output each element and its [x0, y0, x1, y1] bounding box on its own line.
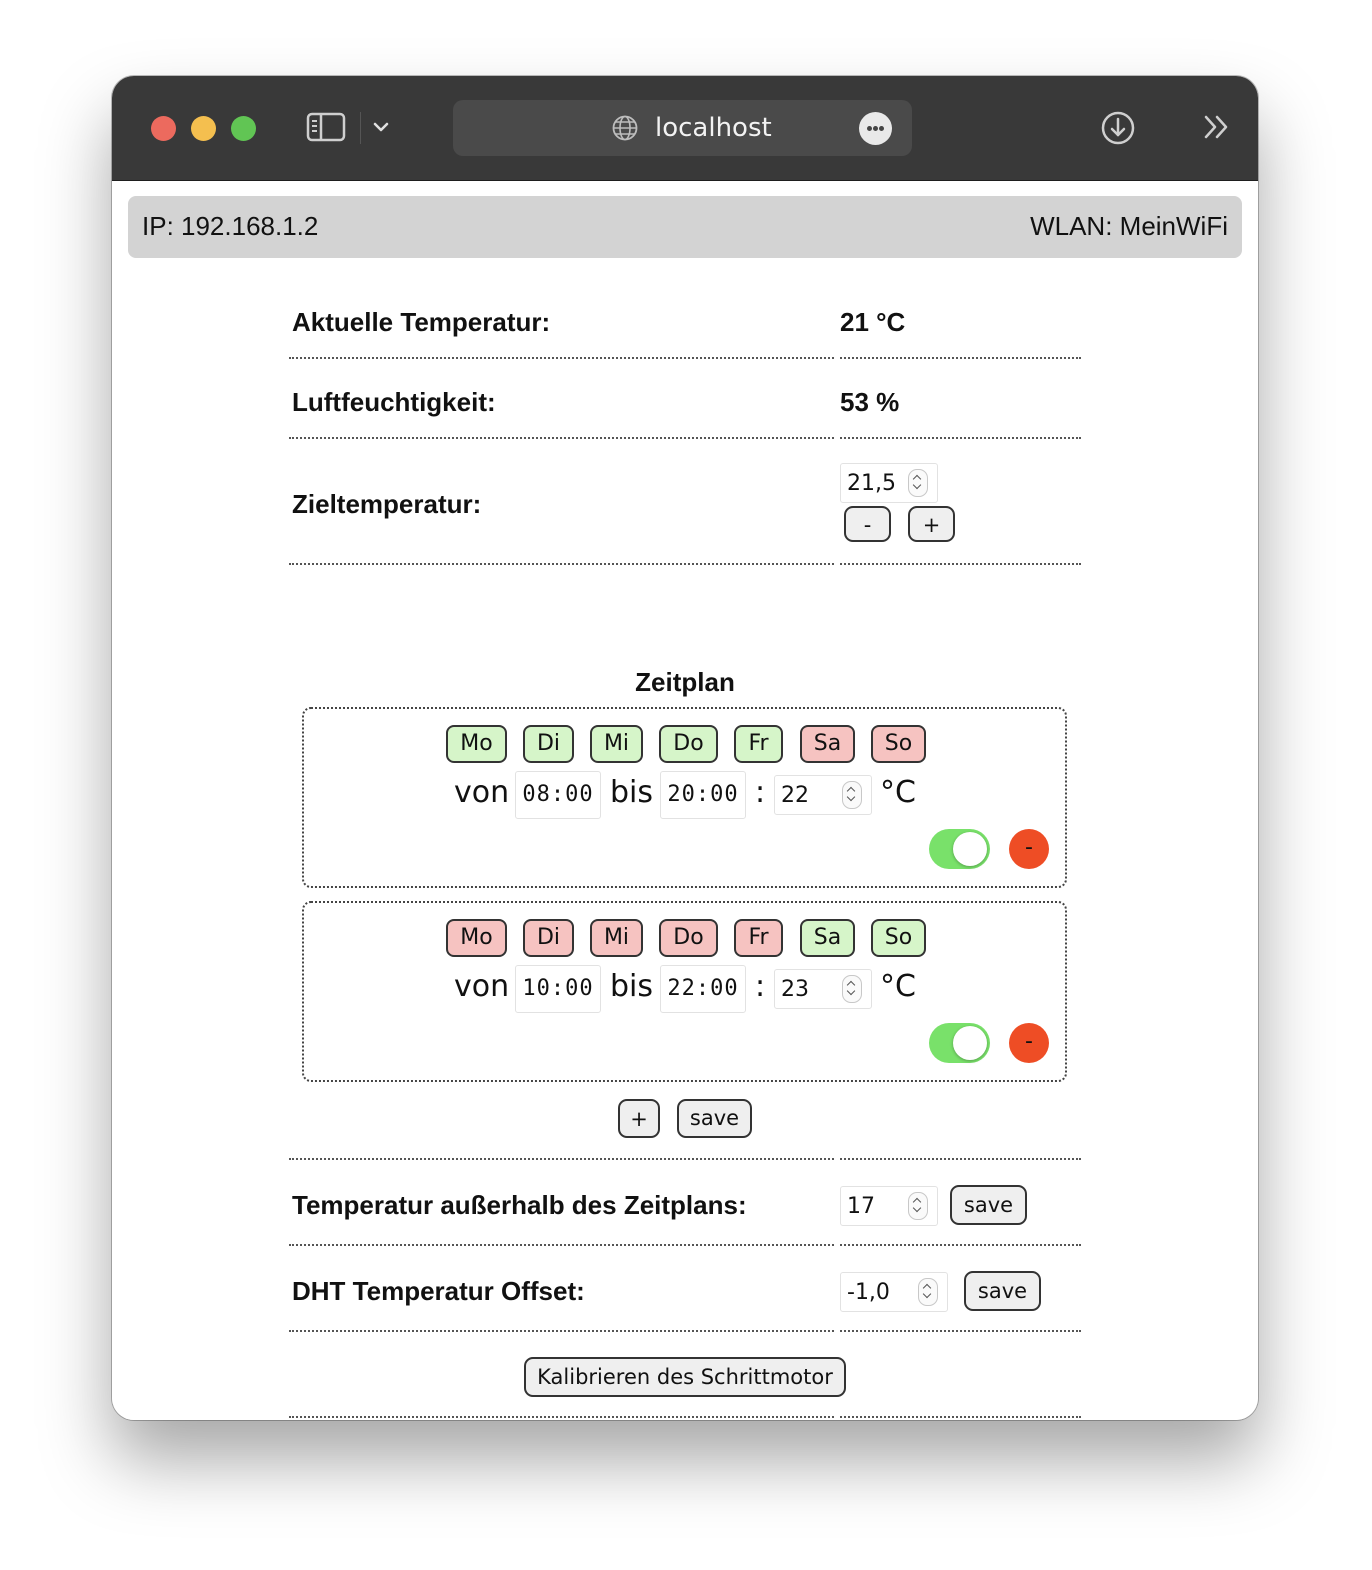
humidity-value: 53 % [840, 387, 900, 417]
toolbar-separator [360, 112, 361, 144]
colon-separator: : [755, 775, 766, 810]
more-options-icon[interactable] [859, 112, 892, 145]
day-toggle-sa[interactable]: Sa [800, 725, 855, 763]
colon-separator: : [755, 969, 766, 1004]
status-bar: IP: 192.168.1.2 WLAN: MeinWiFi [128, 196, 1242, 258]
chevron-down-icon[interactable] [372, 118, 390, 136]
day-toggle-so[interactable]: So [871, 919, 926, 957]
target-temp-value: 21,5 [847, 471, 896, 496]
outside-temp-stepper[interactable] [908, 1192, 928, 1220]
divider [289, 563, 1081, 565]
offset-label: DHT Temperatur Offset: [292, 1276, 585, 1306]
schedule-temp-stepper[interactable] [842, 975, 862, 1003]
start-time-input[interactable]: 10:00 [515, 965, 601, 1013]
schedule-entry: Mo Di Mi Do Fr Sa So von 10:00 bis 22:00… [302, 901, 1067, 1082]
toolbar-overflow-icon[interactable] [1202, 112, 1232, 142]
target-temp-label: Zieltemperatur: [292, 489, 482, 519]
page-content: IP: 192.168.1.2 WLAN: MeinWiFi Aktuelle … [112, 181, 1258, 1420]
outside-temp-input[interactable]: 17 [840, 1186, 938, 1226]
schedule-temp-input[interactable]: 23 [774, 969, 872, 1009]
day-toggle-fr[interactable]: Fr [734, 919, 783, 957]
divider [289, 437, 1081, 439]
target-temp-stepper[interactable] [908, 469, 928, 497]
sidebar-toggle-icon[interactable] [306, 111, 346, 143]
toggle-knob [953, 1026, 987, 1060]
schedule-enabled-toggle[interactable] [929, 829, 990, 869]
schedule-enabled-toggle[interactable] [929, 1023, 990, 1063]
divider [289, 1330, 1081, 1332]
humidity-label: Luftfeuchtigkeit: [292, 387, 496, 417]
title-bar: localhost [112, 76, 1258, 181]
target-temp-decrease-button[interactable]: - [844, 506, 891, 542]
unit-label: °C [880, 969, 916, 1004]
offset-value: -1,0 [847, 1280, 890, 1305]
wlan-name: WLAN: MeinWiFi [1030, 211, 1228, 241]
save-offset-button[interactable]: save [964, 1271, 1041, 1311]
add-schedule-button[interactable]: + [618, 1099, 660, 1138]
day-toggle-sa[interactable]: Sa [800, 919, 855, 957]
day-toggle-mi[interactable]: Mi [590, 919, 643, 957]
schedule-title: Zeitplan [635, 667, 735, 697]
outside-temp-value: 17 [847, 1194, 875, 1219]
remove-schedule-button[interactable]: - [1009, 829, 1049, 869]
day-toggle-mo[interactable]: Mo [446, 919, 507, 957]
day-toggle-mi[interactable]: Mi [590, 725, 643, 763]
current-temp-label: Aktuelle Temperatur: [292, 307, 551, 337]
address-bar[interactable]: localhost [453, 100, 912, 156]
day-toggle-do[interactable]: Do [659, 919, 718, 957]
schedule-temp-value: 22 [781, 783, 809, 808]
day-toggle-di[interactable]: Di [523, 725, 574, 763]
toggle-knob [953, 832, 987, 866]
to-label: bis [610, 775, 654, 810]
offset-stepper[interactable] [918, 1278, 938, 1306]
save-schedule-button[interactable]: save [677, 1099, 752, 1138]
end-time-input[interactable]: 20:00 [660, 771, 746, 819]
divider [289, 1244, 1081, 1246]
start-time-input[interactable]: 08:00 [515, 771, 601, 819]
day-toggle-mo[interactable]: Mo [446, 725, 507, 763]
divider [289, 357, 1081, 359]
current-temp-value: 21 °C [840, 307, 906, 337]
schedule-temp-stepper[interactable] [842, 781, 862, 809]
day-toggle-do[interactable]: Do [659, 725, 718, 763]
remove-schedule-button[interactable]: - [1009, 1023, 1049, 1063]
end-time-input[interactable]: 22:00 [660, 965, 746, 1013]
browser-window: localhost IP: 192.168.1.2 WLAN: MeinWiFi… [112, 76, 1258, 1420]
save-outside-temp-button[interactable]: save [950, 1185, 1027, 1225]
from-label: von [454, 775, 510, 810]
target-temp-increase-button[interactable]: + [908, 506, 955, 542]
ip-address: IP: 192.168.1.2 [142, 211, 319, 241]
url-text[interactable]: localhost [655, 113, 772, 143]
unit-label: °C [880, 775, 916, 810]
close-window-button[interactable] [151, 116, 176, 141]
minimize-window-button[interactable] [191, 116, 216, 141]
to-label: bis [610, 969, 654, 1004]
calibrate-motor-button[interactable]: Kalibrieren des Schrittmotor [524, 1357, 846, 1397]
zoom-window-button[interactable] [231, 116, 256, 141]
divider [289, 1416, 1081, 1418]
offset-input[interactable]: -1,0 [840, 1272, 948, 1312]
day-toggle-fr[interactable]: Fr [734, 725, 783, 763]
day-toggle-di[interactable]: Di [523, 919, 574, 957]
outside-temp-label: Temperatur außerhalb des Zeitplans: [292, 1190, 747, 1220]
download-icon[interactable] [1100, 110, 1136, 146]
schedule-temp-value: 23 [781, 977, 809, 1002]
target-temp-input[interactable]: 21,5 [840, 463, 938, 503]
schedule-temp-input[interactable]: 22 [774, 775, 872, 815]
schedule-entry: Mo Di Mi Do Fr Sa So von 08:00 bis 20:00… [302, 707, 1067, 888]
globe-icon [612, 115, 638, 141]
divider [289, 1158, 1081, 1160]
day-toggle-so[interactable]: So [871, 725, 926, 763]
from-label: von [454, 969, 510, 1004]
